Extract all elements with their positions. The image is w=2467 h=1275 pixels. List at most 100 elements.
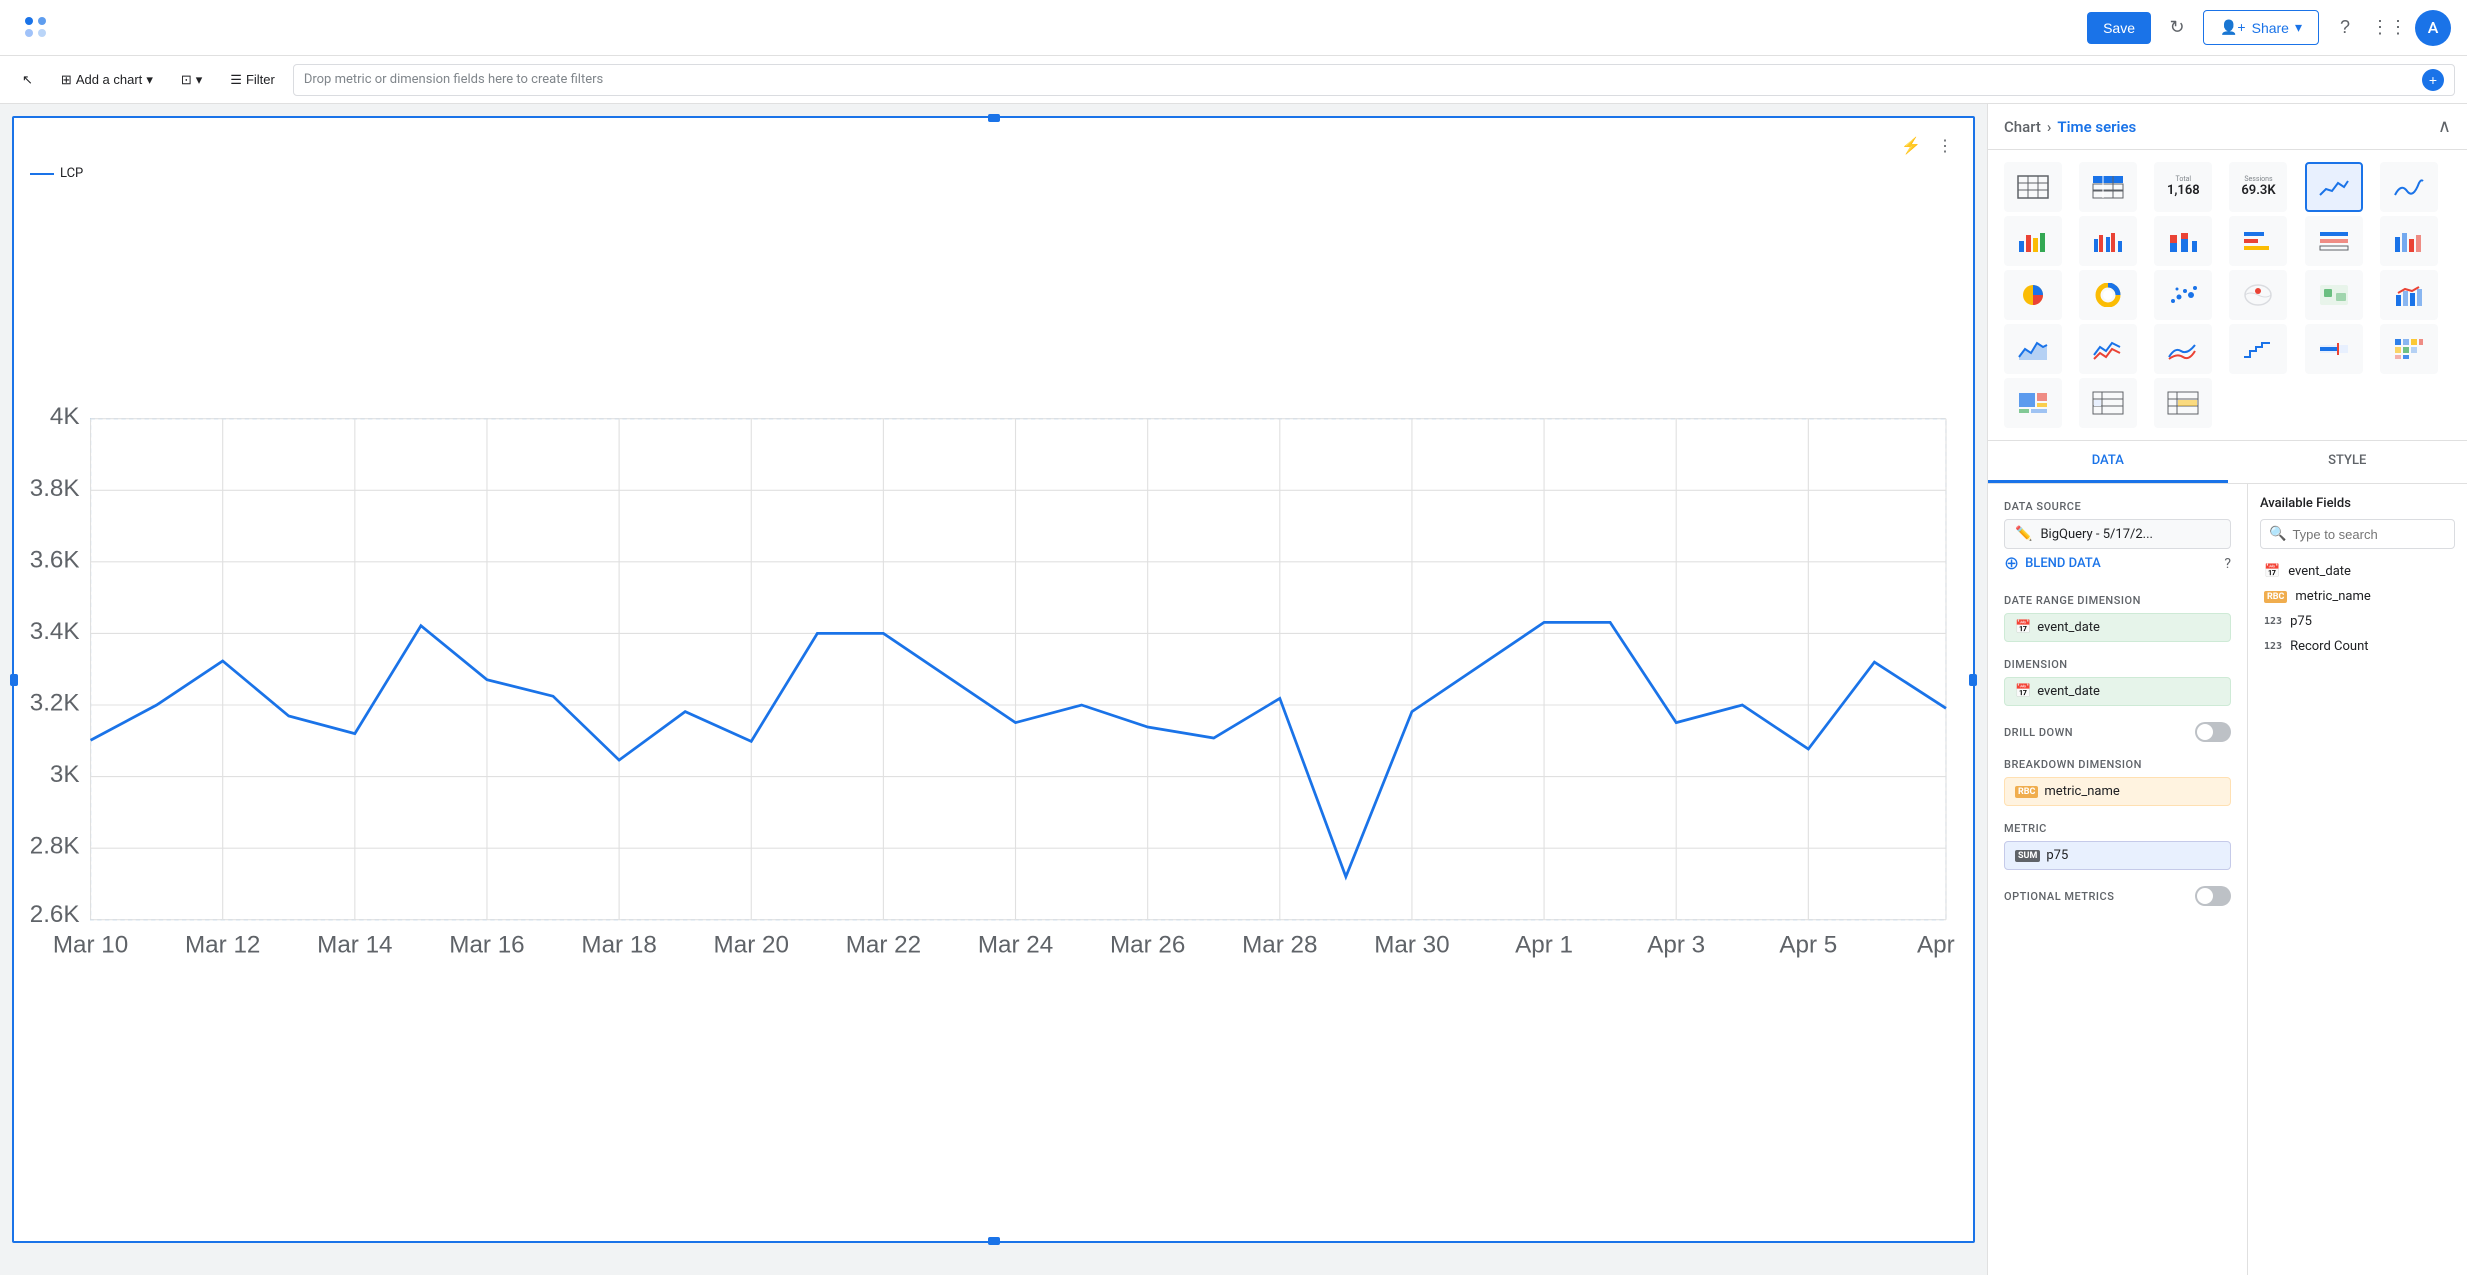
avatar[interactable]: A — [2415, 10, 2451, 46]
dimension-section: Dimension 📅 event_date — [2004, 658, 2231, 706]
arrange-icon: ⊡ — [181, 72, 192, 88]
breadcrumb-parent[interactable]: Chart — [2004, 118, 2041, 136]
svg-text:3.6K: 3.6K — [30, 546, 80, 573]
cal-field-icon: 📅 — [2264, 564, 2280, 579]
field-event-date[interactable]: 📅 event_date — [2260, 559, 2455, 584]
chart-type-smoothline[interactable] — [2380, 162, 2438, 212]
add-chart-button[interactable]: ⊞ Add a chart ▾ — [51, 66, 163, 94]
data-tab[interactable]: DATA — [1988, 441, 2228, 483]
sum-badge: SUM — [2015, 850, 2040, 862]
main-layout: ⚡ ⋮ LCP — [0, 104, 2467, 1275]
resize-right[interactable] — [1969, 674, 1977, 686]
blend-row[interactable]: ⊕ BLEND DATA ? — [2004, 549, 2231, 578]
chart-lightning-btn[interactable]: ⚡ — [1897, 134, 1925, 158]
chart-legend: LCP — [30, 166, 1957, 181]
metric-field[interactable]: SUM p75 — [2004, 841, 2231, 870]
date-range-value: event_date — [2037, 620, 2100, 635]
chart-type-barline[interactable] — [2380, 270, 2438, 320]
help-icon[interactable]: ? — [2224, 556, 2231, 572]
resize-left[interactable] — [10, 674, 18, 686]
resize-bottom[interactable] — [988, 1237, 1000, 1245]
apps-button[interactable]: ⋮⋮ — [2371, 10, 2407, 46]
dimension-field[interactable]: 📅 event_date — [2004, 677, 2231, 706]
chart-type-stackedbar[interactable] — [2154, 216, 2212, 266]
svg-text:2.8K: 2.8K — [30, 833, 80, 860]
filter-label-btn[interactable]: ☰ Filter — [220, 66, 285, 94]
resize-top[interactable] — [988, 114, 1000, 122]
breakdown-field[interactable]: RBC metric_name — [2004, 777, 2231, 806]
svg-text:Mar 24: Mar 24 — [978, 932, 1053, 959]
chart-type-table-sessions[interactable]: Sessions 69.3K — [2229, 162, 2287, 212]
field-record-count[interactable]: 123 Record Count — [2260, 634, 2455, 659]
chart-type-pivot2[interactable] — [2154, 378, 2212, 428]
logo-dots — [25, 17, 47, 39]
panel-breadcrumb: Chart › Time series — [2004, 118, 2136, 136]
chart-more-btn[interactable]: ⋮ — [1933, 134, 1957, 158]
available-fields-header: Available Fields — [2260, 496, 2455, 511]
svg-text:Mar 14: Mar 14 — [317, 932, 392, 959]
datasource-row[interactable]: ✏️ BigQuery - 5/17/2... — [2004, 519, 2231, 549]
search-icon: 🔍 — [2269, 526, 2286, 542]
chart-type-treemap[interactable] — [2004, 378, 2062, 428]
chart-type-table2[interactable] — [2079, 162, 2137, 212]
chart-type-table-total[interactable]: Total 1,168 — [2154, 162, 2212, 212]
datasource-label: Data source — [2004, 500, 2231, 513]
svg-text:Mar 12: Mar 12 — [185, 932, 260, 959]
chart-type-100bar[interactable] — [2305, 216, 2363, 266]
chart-type-bullet[interactable] — [2305, 324, 2363, 374]
field-p75[interactable]: 123 p75 — [2260, 609, 2455, 634]
share-button[interactable]: 👤+ Share ▾ — [2203, 10, 2319, 45]
refresh-button[interactable]: ↻ — [2159, 10, 2195, 46]
filter-add-button[interactable]: + — [2422, 69, 2444, 91]
chart-container[interactable]: ⚡ ⋮ LCP — [12, 116, 1975, 1243]
field-metric-name[interactable]: RBC metric_name — [2260, 584, 2455, 609]
chart-type-pivot1[interactable] — [2079, 378, 2137, 428]
style-tab[interactable]: STYLE — [2228, 441, 2467, 483]
arrange-button[interactable]: ⊡ ▾ — [171, 66, 212, 94]
chart-type-groupedbar[interactable] — [2079, 216, 2137, 266]
field-name: event_date — [2288, 564, 2351, 579]
chart-type-timeseries[interactable] — [2305, 162, 2363, 212]
chart-type-table1[interactable] — [2004, 162, 2062, 212]
chart-type-multiline2[interactable] — [2154, 324, 2212, 374]
panel-close-button[interactable]: ∧ — [2438, 116, 2451, 137]
datasource-section: Data source ✏️ BigQuery - 5/17/2... ⊕ BL… — [2004, 500, 2231, 578]
legend-line — [30, 173, 54, 175]
search-field[interactable]: 🔍 — [2260, 519, 2455, 549]
available-fields-panel: Available Fields 🔍 📅 event_date RBC metr… — [2247, 484, 2467, 1275]
chart-type-bar[interactable] — [2004, 216, 2062, 266]
cursor-tool[interactable]: ↖ — [12, 66, 43, 94]
calendar-icon: 📅 — [2015, 620, 2031, 635]
chart-type-heatmap[interactable] — [2380, 324, 2438, 374]
chart-type-hbar[interactable] — [2229, 216, 2287, 266]
blend-add-icon: ⊕ — [2004, 553, 2019, 574]
rbc-field-icon: RBC — [2264, 591, 2287, 603]
metric-value: p75 — [2046, 848, 2068, 863]
chart-type-pie[interactable] — [2004, 270, 2062, 320]
chart-type-scatter[interactable] — [2154, 270, 2212, 320]
svg-text:Mar 26: Mar 26 — [1110, 932, 1185, 959]
help-button[interactable]: ? — [2327, 10, 2363, 46]
panel-content: Data source ✏️ BigQuery - 5/17/2... ⊕ BL… — [1988, 484, 2247, 922]
app-logo[interactable] — [16, 8, 56, 48]
date-range-field[interactable]: 📅 event_date — [2004, 613, 2231, 642]
filter-placeholder: Drop metric or dimension fields here to … — [304, 72, 603, 87]
svg-text:Mar 20: Mar 20 — [714, 932, 789, 959]
search-input[interactable] — [2292, 527, 2446, 542]
chevron-icon: ▾ — [146, 72, 153, 88]
save-button[interactable]: Save — [2087, 12, 2151, 44]
optional-metrics-section: Optional metrics — [2004, 886, 2231, 906]
svg-text:Apr 1: Apr 1 — [1515, 932, 1573, 959]
svg-text:Mar 16: Mar 16 — [449, 932, 524, 959]
chart-type-map1[interactable] — [2229, 270, 2287, 320]
chart-type-arealine[interactable] — [2004, 324, 2062, 374]
chart-type-map2[interactable] — [2305, 270, 2363, 320]
drill-down-toggle[interactable] — [2195, 722, 2231, 742]
chart-type-donut[interactable] — [2079, 270, 2137, 320]
chart-type-steppedline[interactable] — [2229, 324, 2287, 374]
metric-label: Metric — [2004, 822, 2231, 835]
chart-type-multibar1[interactable] — [2380, 216, 2438, 266]
cal-icon: 📅 — [2015, 684, 2031, 699]
chart-type-multiline[interactable] — [2079, 324, 2137, 374]
optional-metrics-toggle[interactable] — [2195, 886, 2231, 906]
